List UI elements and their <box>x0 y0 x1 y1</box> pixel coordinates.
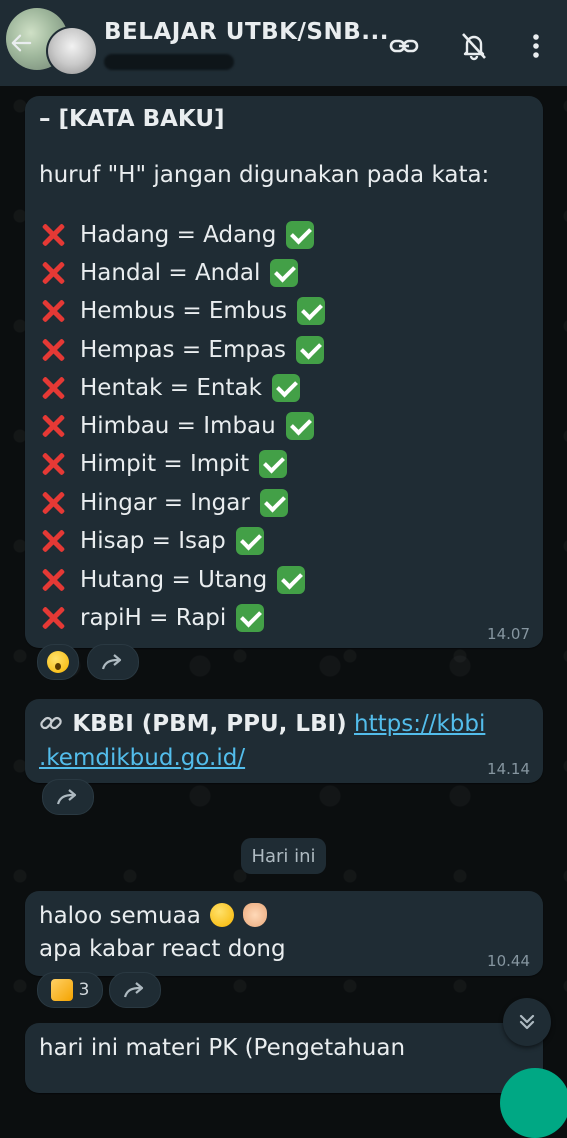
rule-text: Hentak = Entak <box>80 375 262 401</box>
link-chain-icon <box>39 711 65 741</box>
cross-mark-icon <box>39 604 67 632</box>
message-bubble[interactable]: hari ini materi PK (Pengetahuan <box>25 1023 543 1093</box>
cross-mark-icon <box>39 527 67 555</box>
check-mark-icon <box>271 374 300 402</box>
hushed-face-emoji-icon <box>47 651 69 673</box>
rule-text: Hadang = Adang <box>80 222 277 248</box>
reaction-chip[interactable] <box>37 644 79 680</box>
double-chevron-down-icon <box>519 1014 535 1030</box>
bell-off-icon[interactable] <box>458 30 490 62</box>
cross-mark-icon <box>39 450 67 478</box>
link-icon[interactable] <box>388 30 420 62</box>
back-arrow-icon[interactable] <box>10 33 32 53</box>
message-bubble[interactable]: haloo semuaa apa kabar react dong 10.44 <box>25 891 543 976</box>
rule-text: Himpit = Impit <box>80 451 250 477</box>
chat-header: BELAJAR UTBK/SNB... <box>0 0 567 86</box>
rule-text: Hingar = Ingar <box>80 490 250 516</box>
message-time: 14.14 <box>487 760 530 778</box>
message-heading: – [KATA BAKU] <box>39 106 225 132</box>
avatar-image-2 <box>46 26 98 76</box>
rule-line: Hadang = Adang <box>39 219 315 251</box>
cross-mark-icon <box>39 566 67 594</box>
chat-title[interactable]: BELAJAR UTBK/SNB... <box>104 19 389 45</box>
forward-button[interactable] <box>87 644 139 680</box>
message-text: apa kabar react dong <box>39 936 286 962</box>
forward-icon <box>101 654 122 670</box>
rule-line: Handal = Andal <box>39 257 299 289</box>
check-mark-icon <box>270 259 299 287</box>
message-bubble[interactable]: – [KATA BAKU] huruf "H" jangan digunakan… <box>25 96 543 648</box>
rule-line: Hempas = Empas <box>39 334 325 366</box>
rule-text: Hembus = Embus <box>80 298 287 324</box>
forward-icon <box>123 982 144 998</box>
rule-text: Hisap = Isap <box>80 528 226 554</box>
rule-text: Hutang = Utang <box>80 567 268 593</box>
message-text: haloo semuaa <box>39 903 201 929</box>
rule-line: Hembus = Embus <box>39 295 325 327</box>
check-mark-icon <box>236 604 265 632</box>
rule-line: Hisap = Isap <box>39 525 264 557</box>
check-mark-icon <box>297 297 325 325</box>
message-line: KBBI (PBM, PPU, LBI) https://kbbi <box>39 711 485 741</box>
rule-line: Himbau = Imbau <box>39 410 314 442</box>
more-vert-icon[interactable] <box>520 30 552 62</box>
rule-text: rapiH = Rapi <box>80 605 227 631</box>
cross-mark-icon <box>39 374 67 402</box>
check-mark-icon <box>286 221 315 249</box>
message-bubble[interactable]: KBBI (PBM, PPU, LBI) https://kbbi .kemdi… <box>25 699 543 783</box>
kbbi-link[interactable]: https://kbbi <box>354 711 485 737</box>
rule-line: Hentak = Entak <box>39 372 300 404</box>
cross-mark-icon <box>39 336 67 364</box>
reaction-count: 3 <box>78 980 90 1000</box>
forward-icon <box>56 789 77 805</box>
check-mark-icon <box>296 336 325 364</box>
rule-line: Hingar = Ingar <box>39 487 288 519</box>
check-mark-icon <box>259 489 288 517</box>
cross-mark-icon <box>39 259 67 287</box>
cross-mark-icon <box>39 489 67 517</box>
check-mark-icon <box>235 527 264 555</box>
forward-button[interactable] <box>109 972 161 1008</box>
rule-text: Handal = Andal <box>80 260 261 286</box>
rule-line: Hutang = Utang <box>39 564 306 596</box>
compose-fab[interactable] <box>500 1068 567 1138</box>
rule-line: rapiH = Rapi <box>39 602 265 634</box>
message-intro: huruf "H" jangan digunakan pada kata: <box>39 162 490 188</box>
kbbi-link-continuation[interactable]: .kemdikbud.go.id/ <box>39 745 245 771</box>
rule-text: Himbau = Imbau <box>80 413 276 439</box>
message-text: hari ini materi PK (Pengetahuan <box>39 1035 406 1061</box>
scroll-to-bottom-button[interactable] <box>503 998 551 1046</box>
redacted-subtitle <box>104 54 234 70</box>
check-mark-icon <box>285 412 314 440</box>
check-mark-icon <box>277 566 306 594</box>
message-time: 10.44 <box>487 952 530 970</box>
forward-button[interactable] <box>42 779 94 815</box>
waving-hand-emoji-icon <box>243 903 268 927</box>
message-time: 14.07 <box>487 625 530 643</box>
cross-mark-icon <box>39 221 67 249</box>
thumbs-up-emoji-icon <box>50 979 73 1001</box>
date-separator: Hari ini <box>241 838 326 874</box>
cross-mark-icon <box>39 297 67 325</box>
rule-text: Hempas = Empas <box>80 337 287 363</box>
reaction-chip[interactable]: 3 <box>37 972 103 1008</box>
star-struck-emoji-icon <box>210 903 235 927</box>
message-line: haloo semuaa <box>39 903 268 929</box>
rule-line: Himpit = Impit <box>39 448 288 480</box>
cross-mark-icon <box>39 412 67 440</box>
message-text: KBBI (PBM, PPU, LBI) <box>72 711 347 737</box>
check-mark-icon <box>259 450 288 478</box>
